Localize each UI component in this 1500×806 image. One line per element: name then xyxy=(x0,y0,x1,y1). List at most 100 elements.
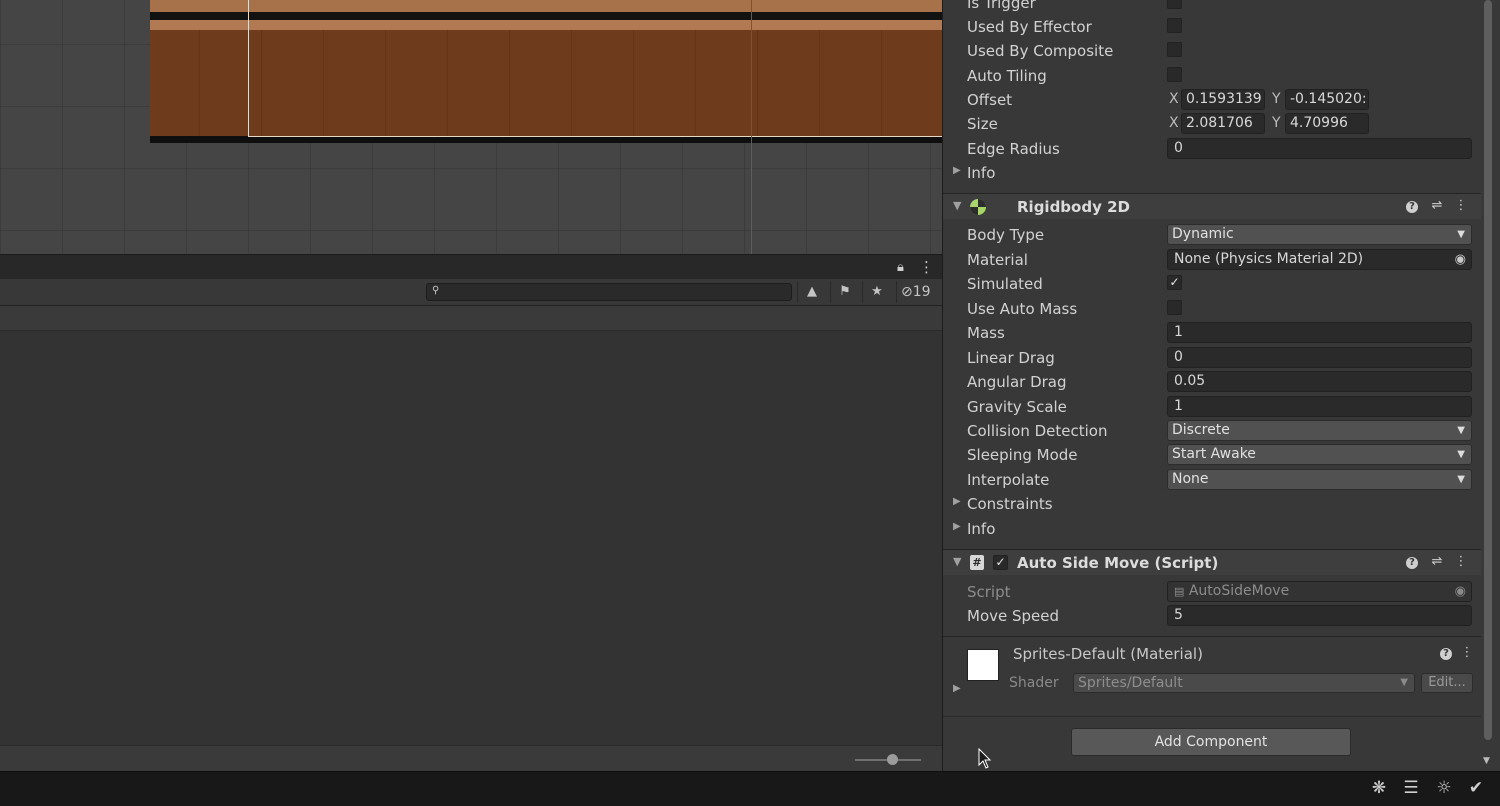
panel-content-area[interactable] xyxy=(0,331,942,745)
used-by-effector-label: Used By Effector xyxy=(967,18,1092,36)
use-auto-mass-checkbox[interactable] xyxy=(1167,300,1182,315)
collision-detection-row: Collision Detection Discrete ▼ xyxy=(943,419,1481,443)
auto-tiling-checkbox[interactable] xyxy=(1167,67,1182,82)
foldout-arrow-icon[interactable]: ▶ xyxy=(953,496,961,507)
inspector-panel: Is Trigger Used By Effector Used By Comp… xyxy=(942,0,1500,771)
shader-label: Shader xyxy=(1009,675,1059,691)
zoom-slider-knob[interactable] xyxy=(887,754,898,765)
material-label: Material xyxy=(967,251,1028,269)
material-value: None (Physics Material 2D) xyxy=(1174,251,1364,267)
filter-by-label-icon[interactable]: ⚑ xyxy=(830,281,859,303)
used-by-composite-label: Used By Composite xyxy=(967,42,1114,60)
constraints-row[interactable]: ▶ Constraints xyxy=(943,492,1481,516)
chevron-down-icon: ▼ xyxy=(1457,449,1465,460)
size-label: Size xyxy=(967,115,998,133)
offset-y-label[interactable]: Y xyxy=(1272,91,1281,107)
auto-side-move-header[interactable]: ▼ # ✓ Auto Side Move (Script) ? ⇌ ⋮ xyxy=(943,549,1481,575)
use-auto-mass-label: Use Auto Mass xyxy=(967,300,1078,318)
progress-ok-icon[interactable]: ✔ xyxy=(1464,778,1488,798)
body-type-row: Body Type Dynamic ▼ xyxy=(943,223,1481,247)
linear-drag-field[interactable]: 0 xyxy=(1167,347,1472,368)
linear-drag-row: Linear Drag 0 xyxy=(943,346,1481,370)
foldout-arrow-icon[interactable]: ▶ xyxy=(953,521,961,532)
foldout-arrow-icon[interactable]: ▶ xyxy=(953,165,961,176)
debug-off-icon[interactable]: ❋ xyxy=(1367,778,1391,798)
hidden-eye-icon: ⊘ xyxy=(901,284,913,300)
mass-field[interactable]: 1 xyxy=(1167,322,1472,343)
rigidbody-info-row[interactable]: ▶ Info xyxy=(943,517,1481,541)
size-x-label[interactable]: X xyxy=(1169,115,1179,131)
collapse-arrow-icon[interactable]: ▼ xyxy=(953,555,961,568)
panel-tab-bar: 🔒︎ ⋮ xyxy=(0,254,942,280)
rigidbody2d-header[interactable]: ▼ Rigidbody 2D ? ⇌ ⋮ xyxy=(943,193,1481,219)
size-x-field[interactable]: 2.081706 xyxy=(1181,113,1265,134)
script-label: Script xyxy=(967,583,1011,601)
foldout-arrow-icon[interactable]: ▶ xyxy=(953,683,961,694)
help-icon[interactable]: ? xyxy=(1406,201,1418,213)
search-input[interactable]: ⚲ xyxy=(426,283,792,301)
offset-row: Offset X 0.1593139 Y -0.145020: xyxy=(943,88,1481,112)
collider-outline[interactable] xyxy=(248,0,942,137)
panel-breadcrumb-row xyxy=(0,306,942,331)
mass-row: Mass 1 xyxy=(943,321,1481,345)
help-icon[interactable]: ? xyxy=(1440,648,1452,660)
size-y-label[interactable]: Y xyxy=(1272,115,1281,131)
offset-y-field[interactable]: -0.145020: xyxy=(1285,89,1369,110)
material-object-field[interactable]: None (Physics Material 2D) ◉ xyxy=(1167,249,1472,270)
collision-detection-dropdown[interactable]: Discrete ▼ xyxy=(1167,420,1472,441)
kebab-menu-icon[interactable]: ⋮ xyxy=(919,258,934,276)
is-trigger-label: Is Trigger xyxy=(967,0,1036,12)
offset-label: Offset xyxy=(967,91,1013,109)
material-preview-swatch xyxy=(967,649,999,681)
object-picker-icon[interactable]: ◉ xyxy=(1455,250,1466,269)
presets-icon[interactable]: ⇌ xyxy=(1429,554,1445,569)
size-y-field[interactable]: 4.70996 xyxy=(1285,113,1369,134)
edge-radius-label: Edge Radius xyxy=(967,140,1060,158)
sleeping-mode-row: Sleeping Mode Start Awake ▼ xyxy=(943,443,1481,467)
used-by-composite-checkbox[interactable] xyxy=(1167,42,1182,57)
edit-shader-button[interactable]: Edit... xyxy=(1421,673,1473,693)
mass-label: Mass xyxy=(967,324,1005,342)
collapse-arrow-icon[interactable]: ▼ xyxy=(953,199,961,212)
collider-info-label: Info xyxy=(967,164,996,182)
scroll-down-arrow-icon[interactable]: ▼ xyxy=(1483,756,1490,766)
collider-info-row[interactable]: ▶ Info xyxy=(943,161,1481,185)
gravity-scale-label: Gravity Scale xyxy=(967,398,1067,416)
inspector-scrollbar[interactable]: ▼ xyxy=(1481,0,1495,771)
edge-radius-field[interactable]: 0 xyxy=(1167,138,1472,159)
material-row: Material None (Physics Material 2D) ◉ xyxy=(943,248,1481,272)
scene-view[interactable] xyxy=(0,0,942,254)
hidden-packages-toggle[interactable]: ⊘19 xyxy=(896,281,931,303)
add-component-button[interactable]: Add Component xyxy=(1071,728,1351,756)
auto-lighting-icon[interactable]: ☼ xyxy=(1432,778,1456,798)
offset-x-field[interactable]: 0.1593139 xyxy=(1181,89,1265,110)
lock-icon[interactable]: 🔒︎ xyxy=(897,260,904,275)
sleeping-mode-dropdown[interactable]: Start Awake ▼ xyxy=(1167,444,1472,465)
kebab-menu-icon[interactable]: ⋮ xyxy=(1453,198,1469,213)
used-by-effector-checkbox[interactable] xyxy=(1167,18,1182,33)
move-speed-field[interactable]: 5 xyxy=(1167,605,1472,626)
material-section: Sprites-Default (Material) ? ⋮ ▶ Shader … xyxy=(943,636,1481,717)
body-type-dropdown[interactable]: Dynamic ▼ xyxy=(1167,224,1472,245)
script-file-icon: ▤ xyxy=(1174,585,1185,598)
cache-server-icon[interactable]: ☰ xyxy=(1399,778,1423,798)
offset-x-label[interactable]: X xyxy=(1169,91,1179,107)
gravity-scale-field[interactable]: 1 xyxy=(1167,396,1472,417)
auto-tiling-row: Auto Tiling xyxy=(943,64,1481,88)
kebab-menu-icon[interactable]: ⋮ xyxy=(1453,554,1469,569)
script-object-field: ▤ AutoSideMove ◉ xyxy=(1167,581,1472,602)
interpolate-dropdown[interactable]: None ▼ xyxy=(1167,469,1472,490)
ground-shadow xyxy=(150,136,942,143)
kebab-menu-icon[interactable]: ⋮ xyxy=(1459,645,1475,660)
presets-icon[interactable]: ⇌ xyxy=(1429,198,1445,213)
angular-drag-label: Angular Drag xyxy=(967,373,1067,391)
component-enabled-checkbox[interactable]: ✓ xyxy=(993,555,1008,570)
chevron-down-icon: ▼ xyxy=(1457,474,1465,485)
is-trigger-checkbox[interactable] xyxy=(1167,0,1182,9)
simulated-checkbox[interactable]: ✓ xyxy=(1167,275,1182,290)
scrollbar-thumb[interactable] xyxy=(1484,0,1492,740)
angular-drag-field[interactable]: 0.05 xyxy=(1167,371,1472,392)
favorite-star-icon[interactable]: ★ xyxy=(862,281,891,303)
filter-by-type-icon[interactable]: ▲ xyxy=(797,281,826,303)
help-icon[interactable]: ? xyxy=(1406,557,1418,569)
